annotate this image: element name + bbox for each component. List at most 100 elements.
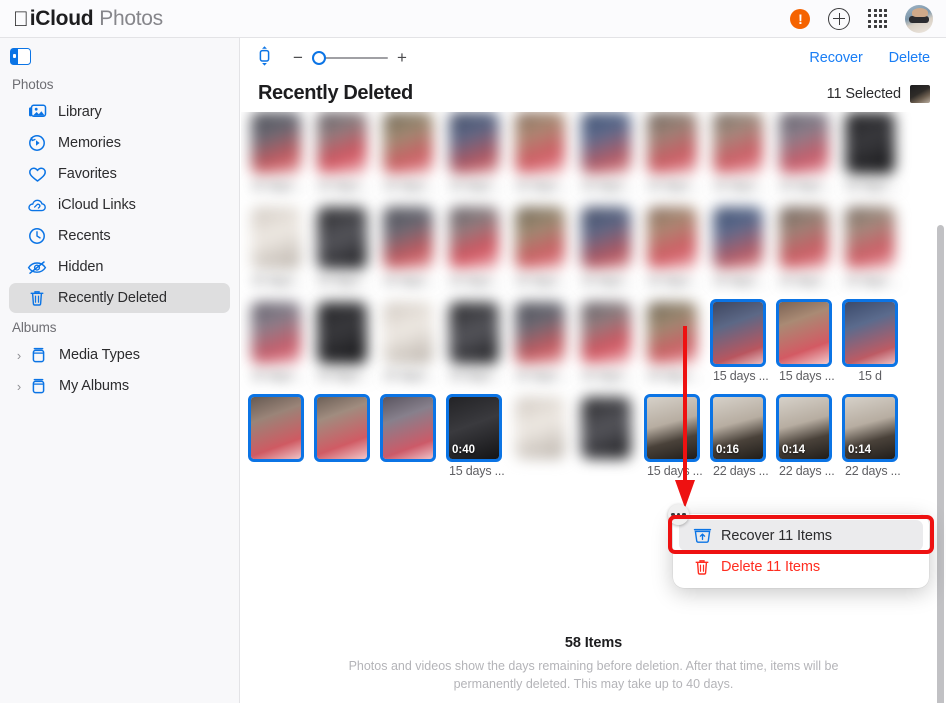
photo-cell[interactable]: 0:40 15 days ... [446,394,505,478]
app-grid-icon[interactable] [868,9,887,28]
photo-thumbnail[interactable] [647,302,697,364]
photo-thumbnail[interactable] [647,207,697,269]
photo-thumbnail[interactable] [251,207,301,269]
photo-cell[interactable]: 15 days ... [713,207,769,288]
photo-thumbnail[interactable]: 0:14 [776,394,832,462]
photo-cell[interactable] [581,397,631,478]
chevron-right-icon[interactable]: › [12,348,26,363]
vertical-scrollbar-thumb[interactable] [937,225,944,703]
photo-cell[interactable]: 15 days ... [581,302,637,383]
photo-cell[interactable]: 15 days ... [383,112,439,193]
more-options-dots-icon[interactable] [668,504,689,525]
photo-thumbnail[interactable] [515,397,565,459]
photo-cell[interactable] [380,394,436,478]
zoom-in-button[interactable]: + [394,48,410,68]
photo-thumbnail[interactable] [383,302,433,364]
photo-cell[interactable]: 15 days ... [581,207,637,288]
zoom-out-button[interactable]: − [290,48,306,68]
photo-thumbnail[interactable] [713,207,763,269]
photo-thumbnail[interactable] [383,112,433,174]
photo-cell[interactable]: 15 days ... [776,299,835,383]
photo-thumbnail[interactable] [779,112,829,174]
photo-thumbnail[interactable] [380,394,436,462]
photo-cell[interactable]: 15 days ... [449,302,505,383]
photo-thumbnail[interactable] [581,302,631,364]
photo-cell[interactable]: 15 days ... [647,207,703,288]
context-menu-recover-item[interactable]: Recover 11 Items [679,520,923,551]
photo-cell[interactable]: 15 d [842,299,898,383]
photo-thumbnail[interactable] [842,299,898,367]
zoom-control[interactable]: − + [290,48,410,68]
brand[interactable]:  iCloud Photos [0,7,163,31]
photo-cell[interactable]: 15 days ... [251,302,307,383]
photo-thumbnail[interactable] [779,207,829,269]
photo-thumbnail[interactable] [845,207,895,269]
photo-thumbnail[interactable] [776,299,832,367]
sidebar-item-icloud-links[interactable]: iCloud Links [9,190,230,220]
photo-thumbnail[interactable]: 0:16 [710,394,766,462]
sidebar-item-media-types[interactable]: › Media Types [9,340,230,370]
photo-thumbnail[interactable] [449,207,499,269]
photo-thumbnail[interactable] [317,302,367,364]
photo-cell[interactable]: 15 days ... [647,112,703,193]
photo-grid[interactable]: 15 days ... 15 days ... 15 days ... 15 days… [241,112,946,703]
photo-cell[interactable]: 15 days ... [251,207,307,288]
photo-cell[interactable]: 15 days ... [317,112,373,193]
alert-exclamation-icon[interactable]: ! [790,8,811,29]
photo-thumbnail[interactable] [581,207,631,269]
photo-cell[interactable] [515,397,565,478]
photo-cell[interactable]: 15 days ... [515,302,571,383]
sidebar-item-favorites[interactable]: Favorites [9,159,230,189]
sidebar-item-hidden[interactable]: Hidden [9,252,230,282]
context-menu-delete-item[interactable]: Delete 11 Items [679,551,923,582]
photo-cell[interactable]: 15 days ... [383,207,439,288]
sidebar-item-memories[interactable]: Memories [9,128,230,158]
photo-thumbnail[interactable] [449,302,499,364]
photo-thumbnail[interactable] [317,207,367,269]
photo-thumbnail[interactable] [449,112,499,174]
photo-cell[interactable]: 15 days ... [317,207,373,288]
photo-thumbnail[interactable] [248,394,304,462]
photo-cell[interactable]: 15 days ... [251,112,307,193]
sidebar-item-recents[interactable]: Recents [9,221,230,251]
photo-thumbnail[interactable] [251,112,301,174]
zoom-slider-knob[interactable] [312,51,326,65]
photo-thumbnail[interactable] [515,207,565,269]
sidebar-item-my-albums[interactable]: › My Albums [9,371,230,401]
photo-thumbnail[interactable] [713,112,763,174]
photo-thumbnail[interactable] [845,112,895,174]
photo-cell[interactable]: 15 days ... [581,112,637,193]
avatar[interactable] [905,4,933,33]
photo-cell[interactable]: 15 days ... [845,112,901,193]
photo-thumbnail[interactable] [515,112,565,174]
photo-cell[interactable]: 15 days ... [647,302,703,383]
photo-cell[interactable]: 15 days ... [779,207,835,288]
photo-cell[interactable]: 15 days ... [317,302,373,383]
photo-cell[interactable] [248,394,304,478]
photo-thumbnail[interactable] [515,302,565,364]
arrange-sort-icon[interactable] [257,45,272,72]
photo-cell[interactable]: 0:14 22 days ... [842,394,901,478]
photo-thumbnail[interactable] [314,394,370,462]
photo-thumbnail[interactable]: 0:40 [446,394,502,462]
photo-thumbnail[interactable] [710,299,766,367]
photo-thumbnail[interactable] [383,207,433,269]
plus-circle-icon[interactable] [828,7,851,30]
recover-button[interactable]: Recover [809,50,862,66]
photo-cell[interactable]: 15 days ... [845,207,901,288]
sidebar-item-library[interactable]: Library [9,97,230,127]
photo-cell[interactable]: 0:14 22 days ... [776,394,835,478]
photo-cell[interactable]: 15 days ... [644,394,703,478]
sidebar-toggle-icon[interactable] [10,48,31,65]
photo-cell[interactable]: 15 days ... [383,302,439,383]
photo-cell[interactable]: 15 days ... [710,299,769,383]
photo-thumbnail[interactable] [644,394,700,462]
delete-button[interactable]: Delete [889,50,930,66]
photo-cell[interactable]: 0:16 22 days ... [710,394,769,478]
photo-cell[interactable]: 15 days ... [515,207,571,288]
photo-cell[interactable]: 15 days ... [449,112,505,193]
context-menu[interactable]: Recover 11 Items Delete 11 Items [673,514,929,588]
sidebar-item-recently-deleted[interactable]: Recently Deleted [9,283,230,313]
photo-thumbnail[interactable] [317,112,367,174]
photo-cell[interactable]: 15 days ... [449,207,505,288]
